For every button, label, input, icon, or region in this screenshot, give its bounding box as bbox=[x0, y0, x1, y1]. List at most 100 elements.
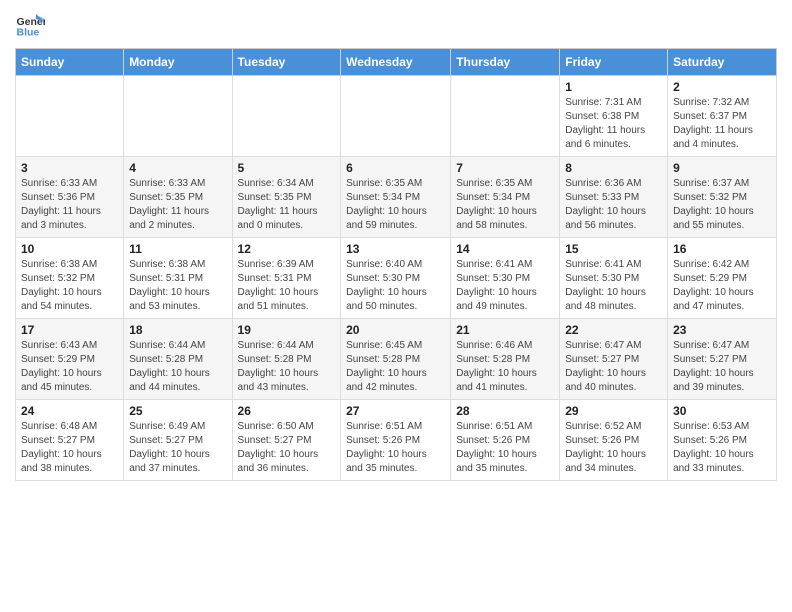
day-info: Sunrise: 6:37 AM Sunset: 5:32 PM Dayligh… bbox=[673, 177, 771, 233]
day-number: 26 bbox=[238, 404, 336, 418]
day-cell: 4 Sunrise: 6:33 AM Sunset: 5:35 PM Daylig… bbox=[124, 157, 232, 238]
day-number: 21 bbox=[456, 323, 554, 337]
day-info: Sunrise: 6:48 AM Sunset: 5:27 PM Dayligh… bbox=[21, 420, 118, 476]
day-number: 28 bbox=[456, 404, 554, 418]
day-cell: 2 Sunrise: 7:32 AM Sunset: 6:37 PM Daylig… bbox=[668, 76, 777, 157]
logo-icon: General Blue bbox=[15, 10, 45, 40]
week-row-5: 24 Sunrise: 6:48 AM Sunset: 5:27 PM Dayli… bbox=[16, 400, 777, 481]
day-info: Sunrise: 7:31 AM Sunset: 6:38 PM Dayligh… bbox=[565, 96, 662, 152]
day-number: 30 bbox=[673, 404, 771, 418]
day-number: 27 bbox=[346, 404, 445, 418]
day-cell: 23 Sunrise: 6:47 AM Sunset: 5:27 PM Dayli… bbox=[668, 319, 777, 400]
logo: General Blue bbox=[15, 10, 47, 40]
day-number: 12 bbox=[238, 242, 336, 256]
day-info: Sunrise: 6:41 AM Sunset: 5:30 PM Dayligh… bbox=[565, 258, 662, 314]
day-cell: 14 Sunrise: 6:41 AM Sunset: 5:30 PM Dayli… bbox=[451, 238, 560, 319]
day-number: 13 bbox=[346, 242, 445, 256]
day-number: 25 bbox=[129, 404, 226, 418]
weekday-header-tuesday: Tuesday bbox=[232, 49, 341, 76]
day-cell: 18 Sunrise: 6:44 AM Sunset: 5:28 PM Dayli… bbox=[124, 319, 232, 400]
weekday-header-sunday: Sunday bbox=[16, 49, 124, 76]
day-info: Sunrise: 6:33 AM Sunset: 5:35 PM Dayligh… bbox=[129, 177, 226, 233]
day-info: Sunrise: 6:42 AM Sunset: 5:29 PM Dayligh… bbox=[673, 258, 771, 314]
day-number: 1 bbox=[565, 80, 662, 94]
day-info: Sunrise: 6:43 AM Sunset: 5:29 PM Dayligh… bbox=[21, 339, 118, 395]
weekday-header-row: SundayMondayTuesdayWednesdayThursdayFrid… bbox=[16, 49, 777, 76]
day-info: Sunrise: 6:34 AM Sunset: 5:35 PM Dayligh… bbox=[238, 177, 336, 233]
day-number: 19 bbox=[238, 323, 336, 337]
week-row-1: 1 Sunrise: 7:31 AM Sunset: 6:38 PM Daylig… bbox=[16, 76, 777, 157]
day-cell: 19 Sunrise: 6:44 AM Sunset: 5:28 PM Dayli… bbox=[232, 319, 341, 400]
day-cell bbox=[341, 76, 451, 157]
day-info: Sunrise: 6:50 AM Sunset: 5:27 PM Dayligh… bbox=[238, 420, 336, 476]
day-cell: 7Sunrise: 6:35 AM Sunset: 5:34 PM Daylig… bbox=[451, 157, 560, 238]
day-info: Sunrise: 6:51 AM Sunset: 5:26 PM Dayligh… bbox=[456, 420, 554, 476]
day-info: Sunrise: 6:47 AM Sunset: 5:27 PM Dayligh… bbox=[565, 339, 662, 395]
day-number: 3 bbox=[21, 161, 118, 175]
week-row-2: 3 Sunrise: 6:33 AM Sunset: 5:36 PM Daylig… bbox=[16, 157, 777, 238]
day-number: 6 bbox=[346, 161, 445, 175]
day-cell: 12 Sunrise: 6:39 AM Sunset: 5:31 PM Dayli… bbox=[232, 238, 341, 319]
day-cell: 28 Sunrise: 6:51 AM Sunset: 5:26 PM Dayli… bbox=[451, 400, 560, 481]
day-info: Sunrise: 6:52 AM Sunset: 5:26 PM Dayligh… bbox=[565, 420, 662, 476]
day-cell: 24 Sunrise: 6:48 AM Sunset: 5:27 PM Dayli… bbox=[16, 400, 124, 481]
day-number: 2 bbox=[673, 80, 771, 94]
day-info: Sunrise: 6:51 AM Sunset: 5:26 PM Dayligh… bbox=[346, 420, 445, 476]
day-info: Sunrise: 7:32 AM Sunset: 6:37 PM Dayligh… bbox=[673, 96, 771, 152]
day-number: 20 bbox=[346, 323, 445, 337]
day-cell: 20 Sunrise: 6:45 AM Sunset: 5:28 PM Dayli… bbox=[341, 319, 451, 400]
day-info: Sunrise: 6:45 AM Sunset: 5:28 PM Dayligh… bbox=[346, 339, 445, 395]
day-info: Sunrise: 6:44 AM Sunset: 5:28 PM Dayligh… bbox=[129, 339, 226, 395]
day-info: Sunrise: 6:40 AM Sunset: 5:30 PM Dayligh… bbox=[346, 258, 445, 314]
day-cell: 3 Sunrise: 6:33 AM Sunset: 5:36 PM Daylig… bbox=[16, 157, 124, 238]
day-number: 10 bbox=[21, 242, 118, 256]
day-cell: 16 Sunrise: 6:42 AM Sunset: 5:29 PM Dayli… bbox=[668, 238, 777, 319]
day-cell: 1 Sunrise: 7:31 AM Sunset: 6:38 PM Daylig… bbox=[560, 76, 668, 157]
day-number: 23 bbox=[673, 323, 771, 337]
svg-text:Blue: Blue bbox=[17, 27, 40, 39]
day-number: 8 bbox=[565, 161, 662, 175]
day-cell: 15 Sunrise: 6:41 AM Sunset: 5:30 PM Dayli… bbox=[560, 238, 668, 319]
day-cell bbox=[232, 76, 341, 157]
day-number: 14 bbox=[456, 242, 554, 256]
day-cell: 25 Sunrise: 6:49 AM Sunset: 5:27 PM Dayli… bbox=[124, 400, 232, 481]
day-info: Sunrise: 6:41 AM Sunset: 5:30 PM Dayligh… bbox=[456, 258, 554, 314]
day-number: 15 bbox=[565, 242, 662, 256]
day-info: Sunrise: 6:49 AM Sunset: 5:27 PM Dayligh… bbox=[129, 420, 226, 476]
day-cell: 22Sunrise: 6:47 AM Sunset: 5:27 PM Dayli… bbox=[560, 319, 668, 400]
day-info: Sunrise: 6:53 AM Sunset: 5:26 PM Dayligh… bbox=[673, 420, 771, 476]
calendar-table: SundayMondayTuesdayWednesdayThursdayFrid… bbox=[15, 48, 777, 481]
day-cell: 8 Sunrise: 6:36 AM Sunset: 5:33 PM Daylig… bbox=[560, 157, 668, 238]
day-number: 9 bbox=[673, 161, 771, 175]
day-number: 18 bbox=[129, 323, 226, 337]
day-cell: 26 Sunrise: 6:50 AM Sunset: 5:27 PM Dayli… bbox=[232, 400, 341, 481]
day-number: 24 bbox=[21, 404, 118, 418]
day-cell: 6 Sunrise: 6:35 AM Sunset: 5:34 PM Daylig… bbox=[341, 157, 451, 238]
day-number: 11 bbox=[129, 242, 226, 256]
day-info: Sunrise: 6:33 AM Sunset: 5:36 PM Dayligh… bbox=[21, 177, 118, 233]
day-number: 4 bbox=[129, 161, 226, 175]
day-number: 29 bbox=[565, 404, 662, 418]
weekday-header-monday: Monday bbox=[124, 49, 232, 76]
day-cell: 9 Sunrise: 6:37 AM Sunset: 5:32 PM Daylig… bbox=[668, 157, 777, 238]
day-info: Sunrise: 6:38 AM Sunset: 5:31 PM Dayligh… bbox=[129, 258, 226, 314]
day-number: 16 bbox=[673, 242, 771, 256]
day-info: Sunrise: 6:44 AM Sunset: 5:28 PM Dayligh… bbox=[238, 339, 336, 395]
header: General Blue bbox=[15, 10, 777, 40]
weekday-header-saturday: Saturday bbox=[668, 49, 777, 76]
day-cell: 27 Sunrise: 6:51 AM Sunset: 5:26 PM Dayli… bbox=[341, 400, 451, 481]
week-row-4: 17Sunrise: 6:43 AM Sunset: 5:29 PM Dayli… bbox=[16, 319, 777, 400]
day-info: Sunrise: 6:46 AM Sunset: 5:28 PM Dayligh… bbox=[456, 339, 554, 395]
day-cell bbox=[124, 76, 232, 157]
day-cell: 5Sunrise: 6:34 AM Sunset: 5:35 PM Daylig… bbox=[232, 157, 341, 238]
day-cell: 17Sunrise: 6:43 AM Sunset: 5:29 PM Dayli… bbox=[16, 319, 124, 400]
day-info: Sunrise: 6:47 AM Sunset: 5:27 PM Dayligh… bbox=[673, 339, 771, 395]
day-info: Sunrise: 6:35 AM Sunset: 5:34 PM Dayligh… bbox=[346, 177, 445, 233]
day-info: Sunrise: 6:38 AM Sunset: 5:32 PM Dayligh… bbox=[21, 258, 118, 314]
weekday-header-friday: Friday bbox=[560, 49, 668, 76]
day-info: Sunrise: 6:36 AM Sunset: 5:33 PM Dayligh… bbox=[565, 177, 662, 233]
day-cell bbox=[16, 76, 124, 157]
day-cell: 13 Sunrise: 6:40 AM Sunset: 5:30 PM Dayli… bbox=[341, 238, 451, 319]
day-info: Sunrise: 6:39 AM Sunset: 5:31 PM Dayligh… bbox=[238, 258, 336, 314]
day-cell: 29 Sunrise: 6:52 AM Sunset: 5:26 PM Dayli… bbox=[560, 400, 668, 481]
